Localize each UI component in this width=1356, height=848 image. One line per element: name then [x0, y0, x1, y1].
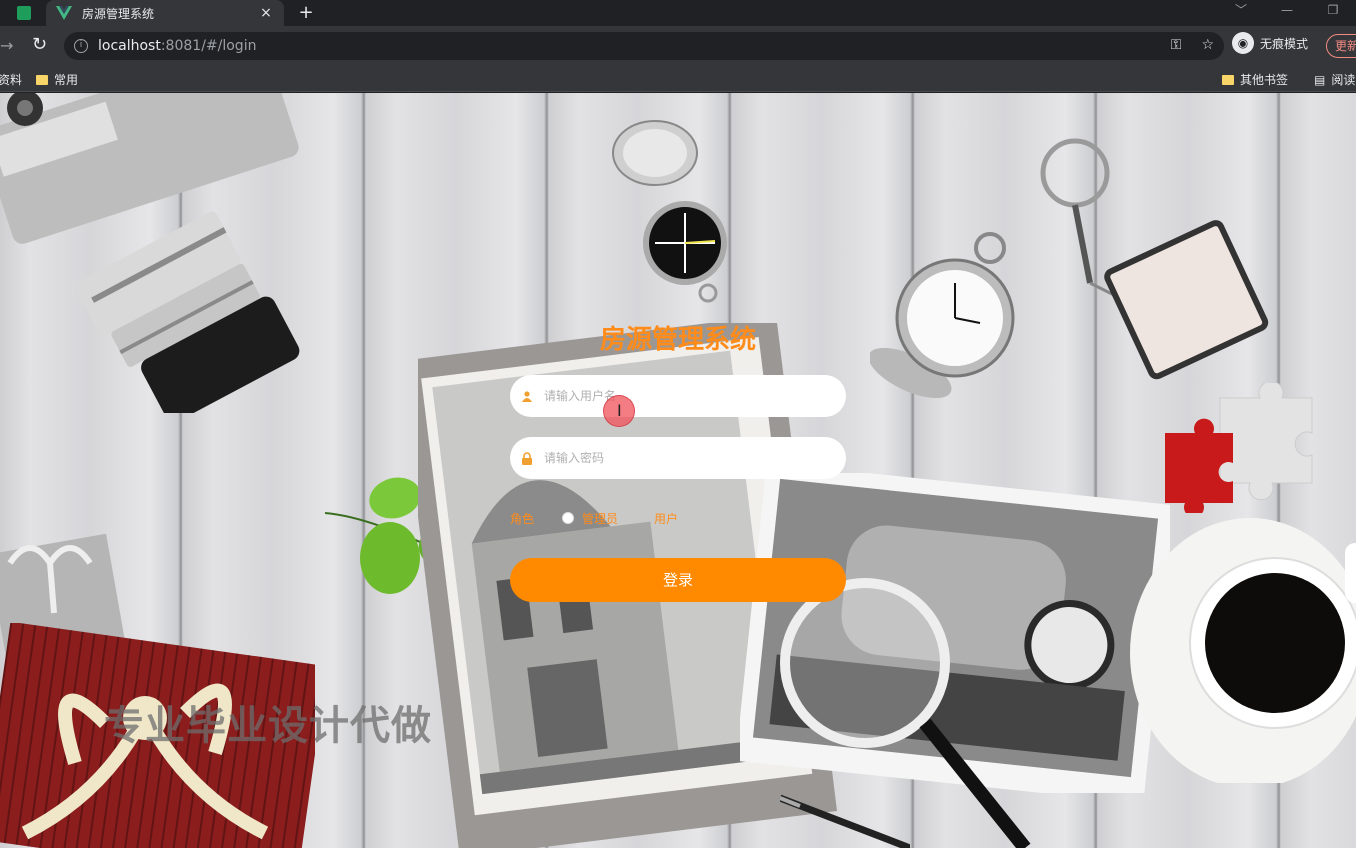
url-host: localhost — [98, 38, 161, 54]
user-icon — [520, 389, 534, 403]
url-path: :8081/#/login — [160, 38, 257, 54]
role-selector: 角色 管理员 用户 — [510, 509, 714, 527]
reading-list-label: 阅读 — [1331, 73, 1356, 87]
bookmark-label: 资料 — [0, 73, 23, 87]
camera-image — [0, 93, 300, 413]
key-icon[interactable]: ⚿ — [1171, 37, 1182, 53]
incognito-icon: ◉ — [1232, 32, 1254, 54]
bookmark-folder-common[interactable]: 常用 — [36, 71, 78, 88]
username-input[interactable] — [544, 389, 814, 403]
role-label: 角色 — [510, 510, 534, 527]
restore-icon[interactable]: ❐ — [1310, 0, 1356, 26]
keychain-image — [1040, 138, 1269, 380]
password-input[interactable] — [544, 451, 814, 465]
role-user-label: 用户 — [654, 511, 679, 526]
sheet-icon — [17, 6, 31, 20]
watermark-text: 专业毕业设计代做 — [104, 703, 432, 749]
radio-admin[interactable] — [562, 512, 575, 524]
bookmark-label: 其他书签 — [1240, 73, 1289, 87]
browser-toolbar: → ↻ i localhost:8081/#/login ⚿ ☆ ◉ 无痕模式 … — [0, 26, 1356, 66]
role-option-admin[interactable]: 管理员 — [562, 510, 618, 527]
page-title: 房源管理系统 — [599, 325, 756, 355]
login-button[interactable]: 登录 — [510, 558, 846, 602]
bookmark-label: 常用 — [54, 73, 79, 87]
tab-strip: 房源管理系统 × + ﹀ — ❐ — [0, 0, 1356, 26]
bookmarks-bar: 资料 常用 其他书签 ▤ 阅读 — [0, 66, 1356, 92]
reading-list-icon: ▤ — [1314, 72, 1326, 87]
site-info-icon[interactable]: i — [74, 39, 88, 53]
folder-icon — [1222, 74, 1234, 85]
tab-title: 房源管理系统 — [82, 6, 155, 21]
bookmark-partial[interactable]: 资料 — [0, 71, 22, 88]
reload-icon[interactable]: ↻ — [32, 34, 47, 55]
lock-icon — [520, 451, 534, 465]
new-tab-button[interactable]: + — [296, 2, 316, 23]
pen-image — [780, 794, 910, 848]
address-bar[interactable]: i localhost:8081/#/login ⚿ ☆ — [64, 32, 1224, 60]
coffee-cup-image — [1130, 518, 1356, 783]
bookmark-star-icon[interactable]: ☆ — [1201, 37, 1214, 53]
tab-search-icon[interactable]: ﹀ — [1218, 0, 1264, 26]
puzzle-image — [1165, 383, 1313, 513]
role-option-user[interactable]: 用户 — [654, 510, 678, 527]
window-controls: ﹀ — ❐ — [1218, 0, 1356, 26]
username-field[interactable] — [510, 375, 846, 417]
text-cursor-icon: Ι — [617, 401, 622, 420]
update-button[interactable]: 更新 — [1326, 34, 1356, 58]
role-admin-label: 管理员 — [582, 511, 619, 526]
forward-icon[interactable]: → — [0, 36, 13, 55]
login-page: 专业毕业设计代做 房源管理系统 角色 管理员 用户 登录 Ι — [0, 93, 1356, 848]
incognito-indicator[interactable]: ◉ 无痕模式 — [1232, 32, 1308, 54]
reading-list[interactable]: ▤ 阅读 — [1314, 71, 1355, 88]
bookmark-folder-other[interactable]: 其他书签 — [1222, 71, 1288, 88]
incognito-label: 无痕模式 — [1260, 36, 1309, 51]
password-field[interactable] — [510, 437, 846, 479]
vue-logo-icon — [56, 6, 72, 20]
pinned-tab[interactable] — [10, 3, 38, 23]
pocket-watch-image — [870, 232, 1015, 399]
compass-image — [612, 120, 727, 303]
tab-close-icon[interactable]: × — [258, 5, 274, 21]
role-label-text: 角色 — [510, 511, 535, 526]
minimize-icon[interactable]: — — [1264, 0, 1310, 26]
folder-icon — [36, 74, 48, 85]
active-tab[interactable]: 房源管理系统 × — [46, 0, 284, 26]
